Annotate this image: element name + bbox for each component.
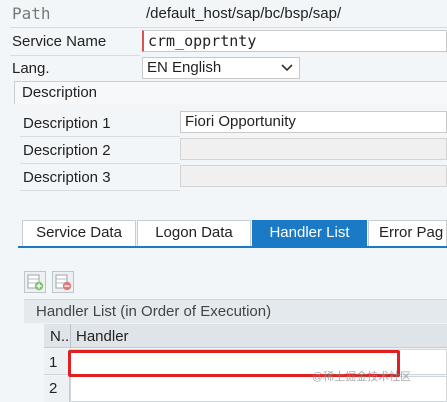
description-3-label: Description 3: [23, 169, 111, 186]
delete-row-icon: [55, 274, 72, 291]
lang-select-value: EN English: [147, 59, 222, 76]
delete-row-button[interactable]: [52, 271, 74, 293]
chevron-down-icon: [281, 64, 293, 72]
description-header: Description: [14, 81, 447, 104]
path-value: /default_host/sap/bc/bsp/sap/: [146, 5, 342, 22]
description-1-field[interactable]: Fiori Opportunity: [180, 111, 447, 133]
column-header-handler[interactable]: Handler: [76, 328, 129, 345]
row-number-1: 1: [44, 349, 70, 375]
service-name-label: Service Name: [12, 33, 107, 50]
watermark-text: @稀土掘金技术社区: [312, 371, 412, 383]
handler-list-title-bar: Handler List (in Order of Execution): [24, 299, 447, 323]
insert-row-icon: [27, 274, 44, 291]
description-1-label: Description 1: [23, 115, 111, 132]
table-header-row: N.. Handler: [44, 324, 447, 348]
tab-handler-list[interactable]: Handler List: [252, 220, 367, 246]
description-3-field[interactable]: [180, 165, 447, 187]
row-number-2: 2: [44, 376, 70, 402]
description-section-label: Description: [22, 84, 98, 101]
path-label: Path: [12, 4, 51, 23]
description-2-field[interactable]: [180, 138, 447, 160]
column-header-n[interactable]: N..: [50, 328, 69, 345]
service-name-field[interactable]: crm_opprtnty: [142, 30, 447, 52]
handler-list-title: Handler List (in Order of Execution): [36, 303, 272, 320]
lang-label: Lang.: [12, 60, 50, 77]
tab-service-data[interactable]: Service Data: [22, 220, 136, 246]
description-2-label: Description 2: [23, 142, 111, 159]
lang-select[interactable]: EN English: [142, 57, 300, 79]
tab-logon-data[interactable]: Logon Data: [137, 220, 251, 246]
insert-row-button[interactable]: [24, 271, 46, 293]
tab-error-pages[interactable]: Error Pag: [368, 220, 447, 246]
